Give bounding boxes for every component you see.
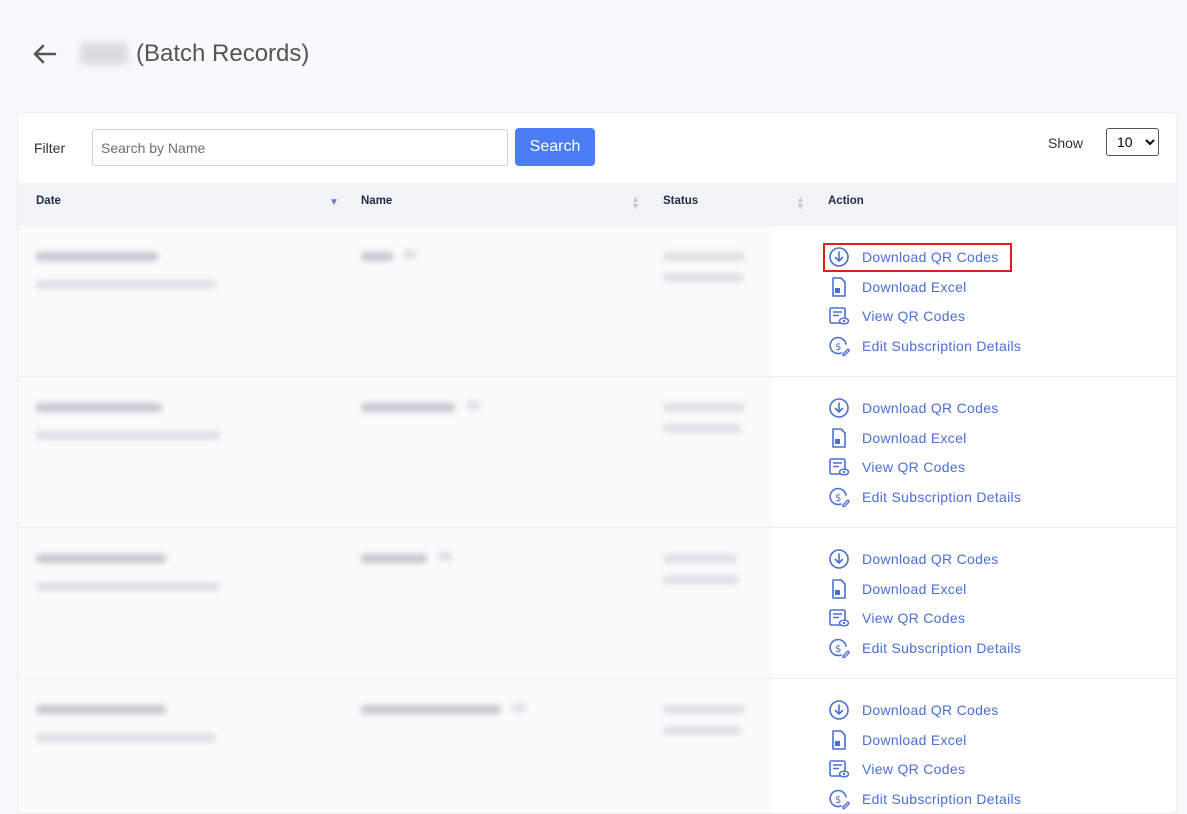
edit-subscription-details-link[interactable]: $ Edit Subscription Details (828, 788, 1021, 810)
blurred-name (361, 705, 501, 714)
sort-icon[interactable]: ▲ ▼ (796, 195, 805, 211)
page-title: (Batch Records) (80, 40, 309, 68)
excel-file-icon (832, 730, 846, 750)
view-qr-codes-link[interactable]: View QR Codes (828, 305, 965, 327)
svg-text:$: $ (835, 493, 841, 504)
page-title-text: (Batch Records) (136, 40, 310, 67)
edit-pencil-icon[interactable] (438, 552, 452, 561)
download-qr-codes-label: Download QR Codes (862, 400, 999, 416)
blurred-created-on (36, 280, 216, 289)
blurred-row-content (18, 377, 772, 527)
blurred-date (36, 705, 166, 714)
batch-records-card: Filter Search Show 10 Date ▼ Name ▲▼ Sta… (17, 112, 1177, 814)
column-header-date[interactable]: Date (36, 195, 61, 207)
download-qr-codes-link[interactable]: Download QR Codes (828, 397, 999, 419)
blurred-status-created (663, 705, 745, 714)
download-qr-codes-label: Download QR Codes (862, 702, 999, 718)
column-header-action: Action (828, 195, 864, 207)
download-circle-icon (829, 549, 849, 569)
download-excel-label: Download Excel (862, 581, 967, 597)
edit-subscription-details-link[interactable]: $ Edit Subscription Details (828, 637, 1021, 659)
blurred-name (361, 252, 393, 261)
back-arrow-icon[interactable] (32, 41, 58, 67)
blurred-created-on (36, 431, 220, 440)
column-header-name[interactable]: Name (361, 195, 392, 207)
page-header: (Batch Records) (32, 36, 309, 72)
edit-subscription-details-link[interactable]: $ Edit Subscription Details (828, 486, 1021, 508)
view-document-icon (829, 307, 850, 325)
blurred-row-content (18, 226, 772, 376)
column-header-status[interactable]: Status (663, 195, 698, 207)
download-excel-label: Download Excel (862, 279, 967, 295)
blurred-status-claimed (663, 726, 741, 735)
page-size-select[interactable]: 10 (1106, 128, 1159, 156)
download-excel-link[interactable]: Download Excel (828, 729, 967, 751)
view-document-icon (829, 458, 850, 476)
view-qr-codes-link[interactable]: View QR Codes (828, 456, 965, 478)
show-label: Show (1048, 135, 1084, 151)
edit-subscription-icon: $ (829, 789, 850, 810)
svg-text:$: $ (835, 342, 841, 353)
download-circle-icon (829, 700, 849, 720)
view-qr-codes-label: View QR Codes (862, 459, 966, 475)
view-qr-codes-link[interactable]: View QR Codes (828, 758, 965, 780)
download-excel-label: Download Excel (862, 732, 967, 748)
edit-subscription-details-label: Edit Subscription Details (862, 791, 1022, 807)
filter-label: Filter (34, 140, 66, 156)
view-qr-codes-label: View QR Codes (862, 308, 966, 324)
blurred-date (36, 252, 158, 261)
excel-file-icon (832, 579, 846, 599)
edit-subscription-details-label: Edit Subscription Details (862, 640, 1022, 656)
download-qr-codes-label: Download QR Codes (862, 551, 999, 567)
edit-pencil-icon[interactable] (466, 401, 480, 410)
blurred-status-claimed (663, 424, 741, 433)
view-document-icon (829, 609, 850, 627)
sort-icon[interactable]: ▲ ▼ (631, 195, 640, 211)
edit-subscription-details-link[interactable]: $ Edit Subscription Details (828, 335, 1021, 357)
blurred-row-content (18, 528, 772, 678)
download-excel-link[interactable]: Download Excel (828, 578, 967, 600)
blurred-created-on (36, 733, 216, 742)
edit-subscription-details-label: Edit Subscription Details (862, 489, 1022, 505)
excel-file-icon (832, 428, 846, 448)
search-button[interactable]: Search (515, 128, 595, 166)
search-input[interactable] (92, 129, 508, 166)
blurred-name (361, 554, 427, 563)
sort-desc-icon[interactable]: ▼ (329, 198, 339, 208)
blurred-date (36, 554, 166, 563)
blurred-status-created (663, 252, 745, 261)
blurred-row-content (18, 679, 772, 813)
edit-pencil-icon[interactable] (403, 250, 417, 259)
download-excel-link[interactable]: Download Excel (828, 276, 967, 298)
table-header: Date ▼ Name ▲ ▼ Status ▲ ▼ Action (18, 183, 1176, 226)
blurred-status-created (663, 554, 737, 563)
view-document-icon (829, 760, 850, 778)
excel-file-icon (832, 277, 846, 297)
download-excel-link[interactable]: Download Excel (828, 427, 967, 449)
blurred-name (361, 403, 455, 412)
download-excel-label: Download Excel (862, 430, 967, 446)
download-qr-codes-link[interactable]: Download QR Codes (828, 699, 999, 721)
filter-bar: Filter Search Show 10 (18, 113, 1176, 183)
blurred-created-on (36, 582, 220, 591)
download-circle-icon (829, 398, 849, 418)
edit-subscription-icon: $ (829, 638, 850, 659)
edit-subscription-icon: $ (829, 487, 850, 508)
blurred-date (36, 403, 162, 412)
edit-subscription-details-label: Edit Subscription Details (862, 338, 1022, 354)
view-qr-codes-label: View QR Codes (862, 761, 966, 777)
blurred-status-created (663, 403, 745, 412)
highlight-box (823, 243, 1012, 272)
edit-subscription-icon: $ (829, 336, 850, 357)
download-qr-codes-link[interactable]: Download QR Codes (828, 548, 999, 570)
view-qr-codes-link[interactable]: View QR Codes (828, 607, 965, 629)
edit-pencil-icon[interactable] (512, 703, 526, 712)
svg-text:$: $ (835, 644, 841, 655)
blurred-status-claimed (663, 273, 743, 282)
view-qr-codes-label: View QR Codes (862, 610, 966, 626)
blurred-status-claimed (663, 575, 739, 584)
svg-text:$: $ (835, 795, 841, 806)
blurred-project-name (80, 43, 128, 65)
